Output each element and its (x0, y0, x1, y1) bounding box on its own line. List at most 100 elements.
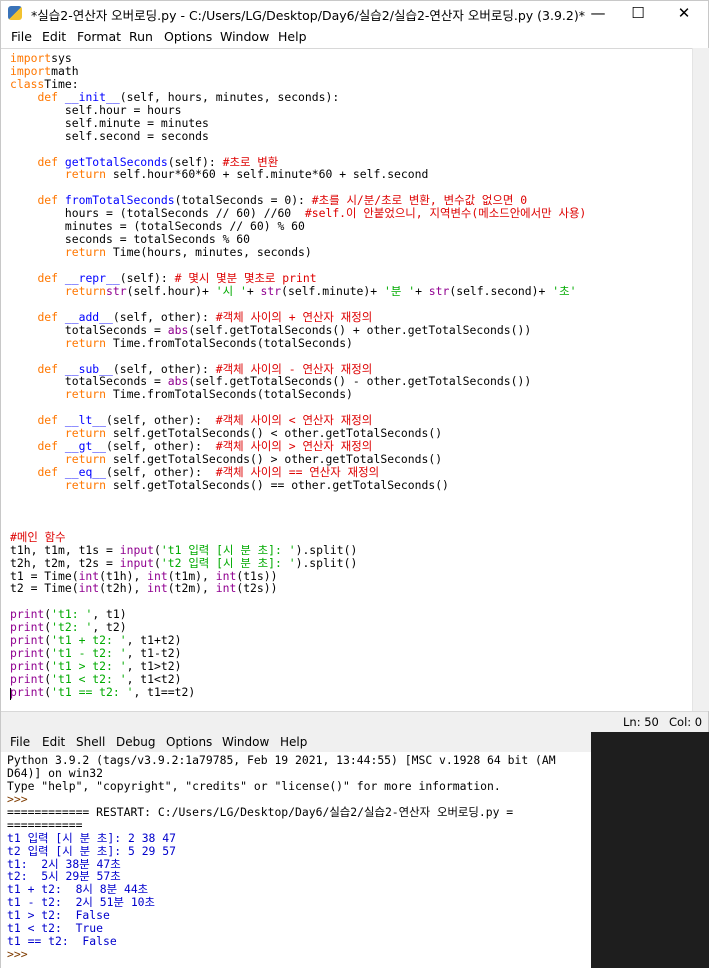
code-token: print (10, 607, 45, 622)
editor-vertical-scrollbar[interactable] (692, 48, 709, 711)
shell-line: ============ RESTART: C:/Users/LG/Deskto… (7, 804, 556, 819)
code-token: int (215, 568, 237, 583)
shell-token: Python 3.9.2 (tags/v3.9.2:1a79785, Feb 1… (7, 753, 556, 767)
code-token: self.hour = hours (10, 102, 182, 117)
code-token: def (37, 193, 65, 208)
code-token: (self, hours, minutes, seconds): (119, 89, 340, 104)
code-token: print (10, 646, 45, 661)
code-token: Time.fromTotalSeconds(totalSeconds) (106, 335, 353, 350)
code-token: print (10, 620, 45, 635)
code-token: __lt__ (64, 413, 107, 428)
code-token: class (10, 76, 45, 91)
code-token: getTotalSeconds (64, 154, 168, 169)
code-line[interactable]: return Time.fromTotalSeconds(totalSecond… (10, 335, 586, 350)
maximize-button[interactable]: ☐ (616, 1, 660, 25)
shell-menu-shell[interactable]: Shell (76, 735, 105, 749)
code-token: #초로 변환 (222, 154, 279, 169)
code-line[interactable] (10, 518, 586, 531)
status-bar: Ln: 50 Col: 0 (1, 712, 708, 732)
shell-menu-options[interactable]: Options (166, 735, 212, 749)
code-editor[interactable]: importsys importmath classTime: def __init… (1, 48, 692, 712)
shell-menu-file[interactable]: File (10, 735, 30, 749)
code-token: import (10, 51, 52, 65)
shell-menu-debug[interactable]: Debug (116, 735, 155, 749)
code-token: (self, other): (106, 413, 216, 428)
code-token: seconds = totalSeconds % 60 (10, 232, 251, 247)
code-token: , t1==t2) (133, 684, 196, 699)
menu-run[interactable]: Run (129, 29, 153, 44)
code-token: __add__ (64, 309, 113, 324)
code-token: 't1 + t2: ' (51, 633, 127, 648)
code-token: def (37, 270, 65, 285)
code-line[interactable]: print('t1 == t2: ', t1==t2) (10, 684, 586, 699)
code-token: (self, other): (106, 439, 216, 454)
code-token: '시 ' (215, 283, 247, 298)
menu-file[interactable]: File (11, 29, 32, 44)
code-token: (t1s)) (236, 568, 278, 583)
menu-edit[interactable]: Edit (42, 29, 66, 44)
code-token: (self): (167, 154, 223, 169)
code-line[interactable]: returnstr(self.hour)+ '시 '+ str(self.min… (10, 283, 586, 298)
status-line: Ln: 50 (623, 715, 659, 729)
shell-menu-edit[interactable]: Edit (42, 735, 65, 749)
shell-token: 5 29 57 (127, 843, 176, 858)
editor-window: *실습2-연산자 오버로딩.py - C:/Users/LG/Desktop/D… (0, 0, 709, 732)
code-line[interactable]: t2 = Time(int(t2h), int(t2m), int(t2s)) (10, 582, 586, 595)
menu-window[interactable]: Window (220, 29, 269, 44)
close-button[interactable]: ✕ (662, 1, 706, 25)
code-line[interactable]: importmath (10, 63, 586, 78)
code-line[interactable]: return self.hour*60*60 + self.minute*60 … (10, 168, 586, 181)
code-line[interactable]: return Time(hours, minutes, seconds) (10, 246, 586, 259)
title-bar[interactable]: *실습2-연산자 오버로딩.py - C:/Users/LG/Desktop/D… (1, 1, 708, 25)
shell-menu-window[interactable]: Window (222, 735, 269, 749)
code-token: self.hour*60*60 + self.minute*60 + self.… (106, 167, 429, 182)
code-token: return (64, 335, 107, 350)
shell-token: t1 - t2: 2시 51분 10초 (7, 895, 156, 910)
code-token: input (119, 542, 155, 557)
code-token: int (147, 581, 168, 596)
code-token: abs (167, 374, 189, 389)
shell-output[interactable]: Python 3.9.2 (tags/v3.9.2:1a79785, Feb 1… (7, 754, 556, 961)
code-line[interactable] (10, 505, 586, 518)
code-token: '초' (552, 283, 577, 298)
menu-options[interactable]: Options (164, 29, 212, 44)
code-token: , t1) (92, 607, 127, 622)
code-line[interactable]: return Time.fromTotalSeconds(totalSecond… (10, 388, 586, 401)
shell-menu-help[interactable]: Help (280, 735, 307, 749)
code-token: __repr__ (64, 270, 120, 285)
code-token: self.getTotalSeconds() == other.getTotal… (106, 477, 449, 492)
code-line[interactable]: return self.getTotalSeconds() == other.g… (10, 477, 586, 492)
code-line[interactable]: importsys (10, 52, 586, 65)
code-token: , t1<t2) (126, 672, 182, 686)
code-line[interactable]: self.second = seconds (10, 129, 586, 143)
code-token: return (64, 245, 107, 260)
code-token: (t1h), (99, 568, 148, 583)
code-line[interactable] (10, 492, 586, 505)
menu-format[interactable]: Format (77, 29, 121, 44)
code-token: import (10, 63, 52, 78)
minimize-button[interactable]: — (576, 1, 620, 25)
code-token: totalSeconds = (10, 374, 168, 389)
code-text[interactable]: importsys importmath classTime: def __init… (10, 52, 586, 699)
menu-help[interactable]: Help (278, 29, 307, 44)
code-token: (self, other): (106, 465, 216, 479)
code-token: def (37, 413, 65, 428)
python-idle-icon (8, 6, 22, 20)
code-token: int (147, 568, 168, 583)
code-token: self.minute = minutes (10, 115, 209, 130)
code-token: t2h, t2m, t2s = (10, 555, 120, 570)
code-token: sys (51, 51, 72, 65)
code-token: str (106, 283, 127, 298)
shell-token: ============ RESTART: C:/Users/LG/Deskto… (7, 804, 514, 819)
code-token: #self.이 안붙었으니, 지역변수(메소드안에서만 사용) (304, 206, 587, 221)
code-token: print (10, 633, 45, 648)
code-token: def (37, 89, 65, 104)
code-token: 't2 입력 [시 분 초]: ' (160, 555, 296, 570)
code-token: 't1 입력 [시 분 초]: ' (160, 542, 296, 557)
code-token: (self.getTotalSeconds() + other.getTotal… (188, 322, 532, 337)
code-token: minutes = (totalSeconds // 60) % 60 (10, 219, 305, 234)
shell-token: t1 + t2: 8시 8분 44초 (7, 882, 149, 897)
